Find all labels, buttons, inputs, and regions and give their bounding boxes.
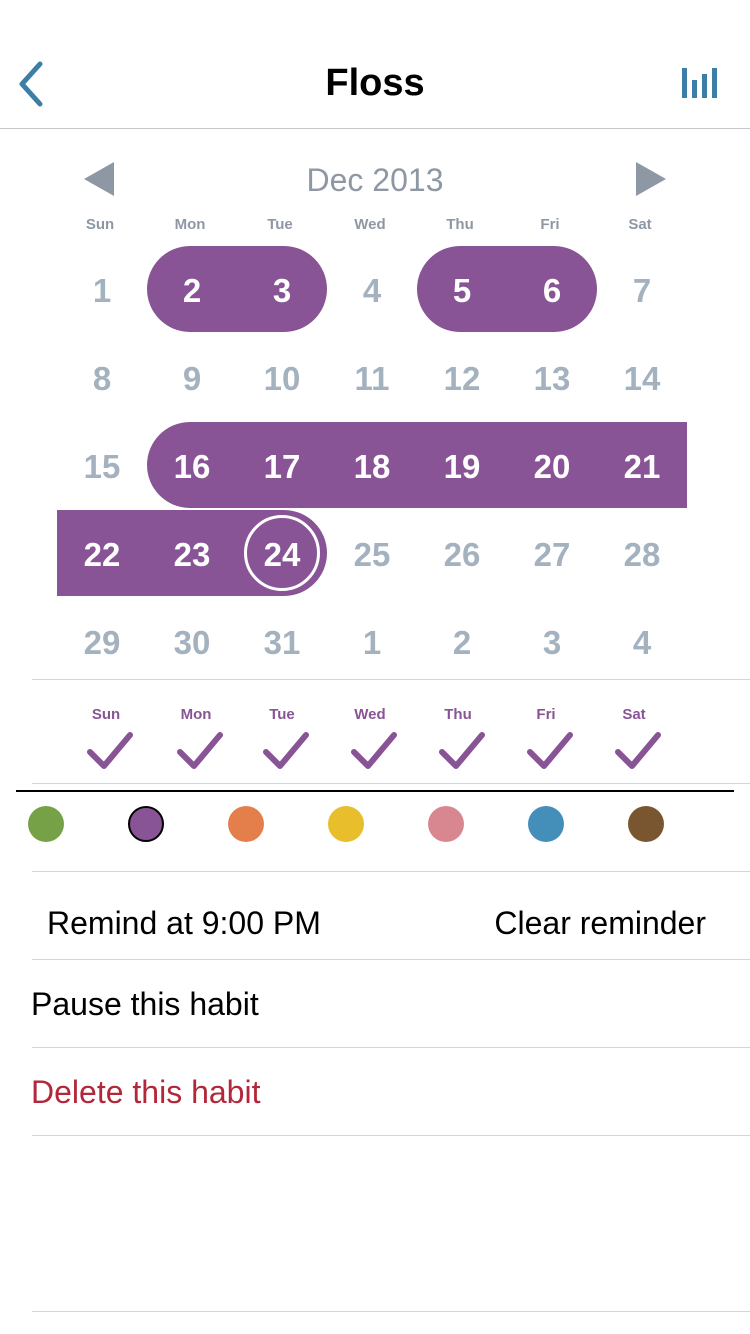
schedule-day-toggle[interactable] — [329, 730, 419, 776]
calendar-day[interactable]: 7 — [597, 247, 687, 335]
calendar-day[interactable]: 5 — [417, 247, 507, 335]
calendar-day[interactable]: 25 — [327, 511, 417, 599]
calendar-day[interactable]: 31 — [237, 599, 327, 687]
checkmark-icon — [87, 732, 133, 769]
calendar-day[interactable]: 8 — [57, 335, 147, 423]
checkmark-icon — [351, 732, 397, 769]
schedule-day-label: Thu — [444, 706, 472, 723]
schedule-day-toggle[interactable] — [155, 730, 245, 776]
schedule-day-label: Fri — [536, 706, 556, 723]
checkmark-icon — [177, 732, 223, 769]
color-swatch[interactable] — [428, 806, 464, 842]
calendar-day[interactable]: 6 — [507, 247, 597, 335]
calendar-day[interactable]: 16 — [147, 423, 237, 511]
calendar-day[interactable]: 4 — [597, 599, 687, 687]
checkmark-icon — [263, 732, 309, 769]
divider — [32, 871, 750, 872]
weekday-label: Thu — [446, 216, 474, 233]
calendar-day[interactable]: 1 — [327, 599, 417, 687]
calendar-day[interactable]: 4 — [327, 247, 417, 335]
weekday-label: Mon — [174, 216, 206, 233]
schedule-day-toggle[interactable] — [593, 730, 683, 776]
color-swatch[interactable] — [28, 806, 64, 842]
color-swatch[interactable] — [228, 806, 264, 842]
calendar-day[interactable]: 3 — [507, 599, 597, 687]
color-swatch[interactable] — [528, 806, 564, 842]
calendar-day[interactable]: 28 — [597, 511, 687, 599]
divider — [16, 790, 734, 792]
schedule-day-label: Wed — [354, 706, 386, 723]
remind-at-button[interactable]: Remind at 9:00 PM — [47, 905, 321, 942]
calendar-day[interactable]: 10 — [237, 335, 327, 423]
checkmark-icon — [615, 732, 661, 769]
calendar-day[interactable]: 27 — [507, 511, 597, 599]
calendar-day[interactable]: 30 — [147, 599, 237, 687]
page-title: Floss — [325, 62, 425, 104]
color-swatch-selected[interactable] — [128, 806, 164, 842]
weekday-header: Sun Mon Tue Wed Thu Fri Sat — [10, 216, 730, 238]
schedule-day-label: Tue — [269, 706, 295, 723]
calendar-day[interactable]: 2 — [147, 247, 237, 335]
delete-habit-button[interactable]: Delete this habit — [31, 1074, 260, 1111]
calendar-day-today[interactable]: 24 — [237, 511, 327, 599]
clear-reminder-button[interactable]: Clear reminder — [494, 905, 706, 942]
divider — [32, 1135, 750, 1136]
calendar-day[interactable]: 22 — [57, 511, 147, 599]
calendar-day[interactable]: 13 — [507, 335, 597, 423]
calendar-day[interactable]: 26 — [417, 511, 507, 599]
calendar-day[interactable]: 2 — [417, 599, 507, 687]
schedule-day-label: Sun — [91, 706, 121, 723]
bar-chart-icon — [682, 68, 717, 98]
navigation-bar: Floss — [0, 0, 750, 129]
schedule-day-toggle[interactable] — [241, 730, 331, 776]
schedule-day-label: Sat — [622, 706, 646, 723]
schedule-day-toggle[interactable] — [505, 730, 595, 776]
calendar-day[interactable]: 19 — [417, 423, 507, 511]
weekday-label: Fri — [540, 216, 560, 233]
calendar-day[interactable]: 1 — [57, 247, 147, 335]
color-swatch[interactable] — [628, 806, 664, 842]
schedule-day-toggle[interactable] — [417, 730, 507, 776]
calendar-day[interactable]: 12 — [417, 335, 507, 423]
calendar-day[interactable]: 29 — [57, 599, 147, 687]
pause-habit-button[interactable]: Pause this habit — [31, 986, 259, 1023]
checkmark-icon — [527, 732, 573, 769]
calendar-day[interactable]: 20 — [507, 423, 597, 511]
schedule-day-label: Mon — [180, 706, 212, 723]
stats-button[interactable] — [676, 62, 724, 102]
calendar-day[interactable]: 18 — [327, 423, 417, 511]
color-swatch[interactable] — [328, 806, 364, 842]
divider — [32, 783, 750, 784]
weekday-label: Sun — [85, 216, 115, 233]
calendar-day[interactable]: 23 — [147, 511, 237, 599]
calendar-day[interactable]: 17 — [237, 423, 327, 511]
weekday-label: Sat — [628, 216, 652, 233]
weekday-label: Wed — [354, 216, 386, 233]
divider — [32, 1311, 750, 1312]
schedule-day-toggle[interactable] — [65, 730, 155, 776]
calendar-day[interactable]: 3 — [237, 247, 327, 335]
calendar-day[interactable]: 15 — [57, 423, 147, 511]
triangle-right-icon — [636, 162, 666, 196]
calendar-day[interactable]: 11 — [327, 335, 417, 423]
calendar-day[interactable]: 14 — [597, 335, 687, 423]
divider — [32, 679, 750, 680]
weekday-label: Tue — [267, 216, 293, 233]
next-month-button[interactable] — [630, 158, 674, 202]
checkmark-icon — [439, 732, 485, 769]
divider — [32, 959, 750, 960]
calendar-day[interactable]: 21 — [597, 423, 687, 511]
calendar-day[interactable]: 9 — [147, 335, 237, 423]
divider — [32, 1047, 750, 1048]
